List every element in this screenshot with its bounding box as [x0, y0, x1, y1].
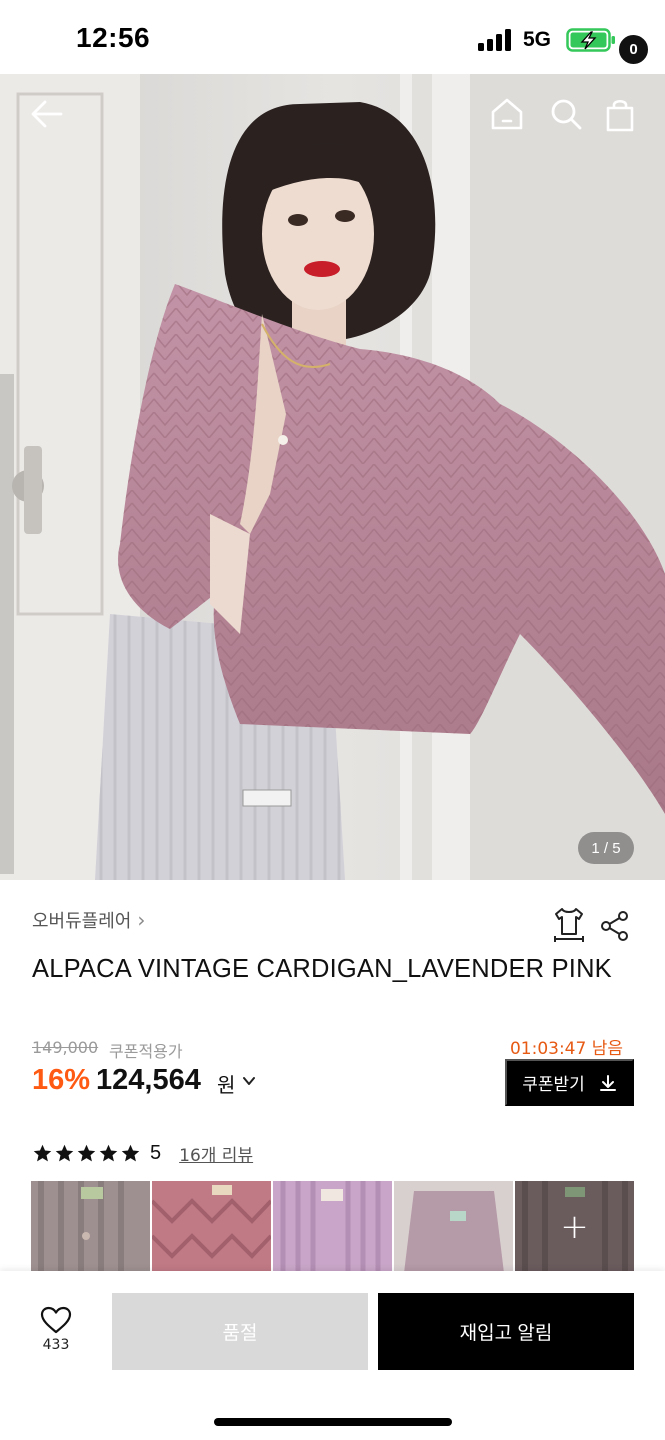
search-icon	[551, 99, 582, 130]
sale-timer: 01:03:47 남음	[509, 1039, 623, 1059]
brand-name: 오버듀플레어	[32, 911, 132, 932]
chevron-down-icon[interactable]	[242, 1074, 256, 1088]
share-icon[interactable]	[600, 910, 630, 942]
review-photo[interactable]	[31, 1181, 150, 1273]
status-bar: 12:56 5G	[0, 0, 665, 74]
shopping-bag-icon	[606, 99, 634, 132]
coupon-button-label: 쿠폰받기	[522, 1075, 585, 1094]
wish-count: 433	[42, 1337, 70, 1353]
review-photo-image	[152, 1181, 271, 1273]
cart-button[interactable]	[600, 94, 652, 142]
star-icon	[33, 1144, 52, 1162]
coupon-price-label: 쿠폰적용가	[109, 1042, 183, 1061]
battery-icon	[566, 28, 615, 52]
get-coupon-button[interactable]: 쿠폰받기	[505, 1059, 634, 1106]
sold-out-button[interactable]: 품절	[112, 1293, 368, 1370]
rating-score: 5	[150, 1142, 162, 1164]
signal-icon	[478, 29, 514, 51]
review-photo[interactable]	[152, 1181, 271, 1273]
currency-unit: 원	[217, 1073, 236, 1097]
arrow-left-icon	[31, 100, 63, 128]
download-icon	[599, 1074, 616, 1091]
wishlist-button[interactable]: 433	[30, 1306, 82, 1360]
review-photo[interactable]	[273, 1181, 392, 1273]
network-label: 5G	[523, 28, 552, 51]
home-icon	[491, 98, 523, 130]
rating-row: 5 16개 리뷰	[32, 1141, 253, 1166]
star-icon	[99, 1144, 118, 1162]
more-photos-icon: +	[515, 1181, 634, 1273]
home-button[interactable]	[488, 94, 526, 134]
image-counter: 1 / 5	[578, 832, 634, 864]
chevron-right-icon: ›	[137, 908, 146, 932]
cart-count-badge: 0	[618, 34, 649, 65]
review-photo-more[interactable]: +	[515, 1181, 634, 1273]
sale-price: 124,564	[96, 1064, 201, 1096]
size-fit-icon[interactable]	[552, 906, 586, 942]
review-count-link[interactable]: 16개 리뷰	[179, 1141, 253, 1166]
status-time: 12:56	[76, 22, 151, 53]
product-image-carousel[interactable]: 1 / 5	[0, 74, 665, 880]
brand-link[interactable]: 오버듀플레어 ›	[32, 907, 145, 933]
search-button[interactable]	[547, 94, 585, 134]
star-icon	[55, 1144, 74, 1162]
product-title: ALPACA VINTAGE CARDIGAN_LAVENDER PINK	[32, 955, 612, 983]
original-price: 149,000	[32, 1038, 99, 1057]
home-indicator	[214, 1418, 452, 1426]
product-photo	[0, 74, 665, 880]
star-rating	[32, 1143, 141, 1164]
star-icon	[121, 1144, 140, 1162]
review-photo-image	[273, 1181, 392, 1273]
review-photo-image	[31, 1181, 150, 1273]
discount-rate: 16%	[32, 1064, 91, 1096]
review-photo[interactable]	[394, 1181, 513, 1273]
restock-alert-button[interactable]: 재입고 알림	[378, 1293, 634, 1370]
back-button[interactable]	[24, 94, 70, 134]
review-photo-image	[394, 1181, 513, 1273]
star-icon	[77, 1144, 96, 1162]
review-photo-strip: +	[31, 1181, 634, 1273]
heart-icon	[40, 1306, 72, 1334]
